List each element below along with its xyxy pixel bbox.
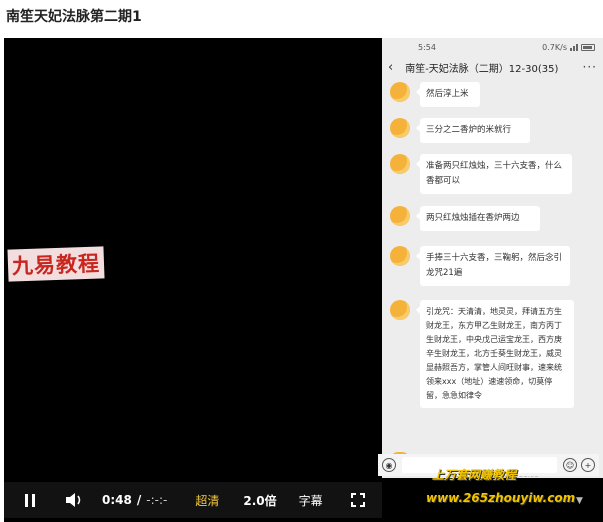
watermark-url: www.265zhouyiw.com — [426, 491, 576, 505]
chat-header: ‹ 南笙-天妃法脉（二期）12-30(35) ··· — [382, 56, 603, 78]
voice-icon[interactable]: ◉ — [382, 458, 396, 472]
video-area[interactable]: 九易教程 — [4, 38, 382, 478]
subtitle-button[interactable]: 字幕 — [299, 492, 323, 509]
volume-icon[interactable] — [64, 492, 84, 508]
message-bubble: 手捧三十六支香，三鞠躬，然后念引龙咒21遍 — [416, 246, 570, 286]
time-separator: / — [136, 493, 142, 507]
video-player[interactable]: 九易教程 5:54 0.7K/s ‹ 南笙-天妃法脉（二期）12-30(35) … — [4, 38, 603, 522]
page-title: 南笙天妃法脉第二期1 — [6, 9, 142, 25]
chat-message: 准备两只红烛烛，三十六支香，什么香都可以 — [390, 154, 572, 194]
battery-icon — [581, 43, 595, 51]
chat-message: 三分之二香炉的米就行 — [390, 118, 530, 143]
fullscreen-icon[interactable] — [350, 493, 365, 507]
status-bar: 5:54 0.7K/s — [382, 38, 603, 56]
message-bubble: 两只红烛烛插在香炉两边 — [416, 206, 540, 231]
status-time: 5:54 — [418, 42, 436, 52]
pause-button[interactable] — [20, 492, 40, 508]
watermark-logo: 九易教程 — [7, 246, 105, 282]
chat-title: 南笙-天妃法脉（二期）12-30(35) — [405, 63, 559, 75]
signal-icon — [570, 43, 578, 51]
plus-icon[interactable]: + — [581, 458, 595, 472]
chat-message: 手捧三十六支香，三鞠躬，然后念引龙咒21遍 — [390, 246, 570, 286]
emoji-icon[interactable]: ☺ — [563, 458, 577, 472]
watermark-title: 上万套网赚教程 — [432, 468, 517, 482]
speed-button[interactable]: 2.0倍 — [243, 492, 276, 509]
current-time: 0:48 — [102, 493, 132, 507]
avatar — [390, 300, 410, 320]
chat-message: 引龙咒：天清清，地灵灵，拜请五方生财龙王，东方甲乙生财龙王，南方丙丁生财龙王，中… — [390, 300, 574, 408]
network-speed: 0.7K/s — [542, 42, 567, 52]
duration: -:-:- — [146, 493, 168, 507]
message-bubble: 引龙咒：天清清，地灵灵，拜请五方生财龙王，东方甲乙生财龙王，南方丙丁生财龙王，中… — [416, 300, 574, 408]
avatar — [390, 82, 410, 102]
avatar — [390, 246, 410, 266]
message-bubble: 然后淳上米 — [416, 82, 480, 107]
message-bubble: 三分之二香炉的米就行 — [416, 118, 530, 143]
chat-message: 两只红烛烛插在香炉两边 — [390, 206, 540, 231]
quality-button[interactable]: 超清 — [195, 492, 219, 509]
avatar — [390, 118, 410, 138]
chevron-left-icon[interactable]: ‹ — [388, 60, 393, 75]
chevron-down-icon[interactable]: ▼ — [576, 496, 583, 506]
avatar — [390, 154, 410, 174]
message-bubble: 准备两只红烛烛，三十六支香，什么香都可以 — [416, 154, 572, 194]
avatar — [390, 206, 410, 226]
phone-screen-capture: 5:54 0.7K/s ‹ 南笙-天妃法脉（二期）12-30(35) ··· 然… — [382, 38, 603, 478]
status-indicators: 0.7K/s — [542, 43, 595, 52]
chat-message: 然后淳上米 — [390, 82, 480, 107]
player-controls: 0:48 / -:-:- 超清 2.0倍 字幕 — [4, 482, 382, 518]
more-icon[interactable]: ··· — [583, 60, 597, 74]
message-list: 然后淳上米 三分之二香炉的米就行 准备两只红烛烛，三十六支香，什么香都可以 两只… — [382, 78, 603, 478]
